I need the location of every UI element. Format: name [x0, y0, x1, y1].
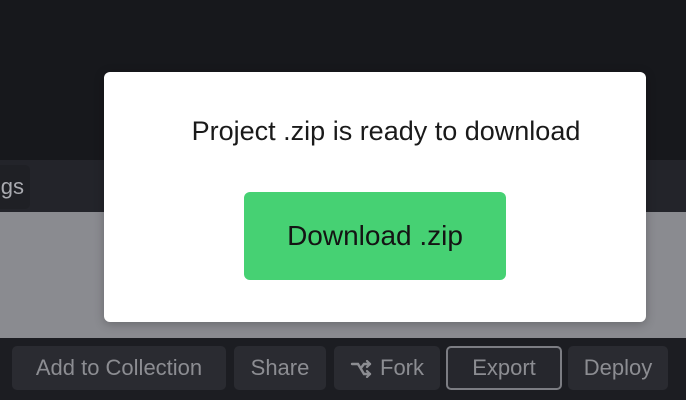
add-to-collection-button[interactable]: Add to Collection	[12, 346, 226, 390]
fork-button-label: Fork	[380, 355, 424, 380]
download-modal: Project .zip is ready to download Downlo…	[104, 72, 646, 322]
share-button[interactable]: Share	[234, 346, 326, 390]
download-zip-button[interactable]: Download .zip	[244, 192, 506, 280]
fork-icon	[350, 360, 372, 379]
fork-button[interactable]: Fork	[334, 346, 440, 390]
deploy-button[interactable]: Deploy	[568, 346, 668, 390]
tab-settings[interactable]: gs	[0, 165, 30, 209]
modal-message: Project .zip is ready to download	[191, 116, 581, 146]
export-button[interactable]: Export	[446, 346, 562, 390]
